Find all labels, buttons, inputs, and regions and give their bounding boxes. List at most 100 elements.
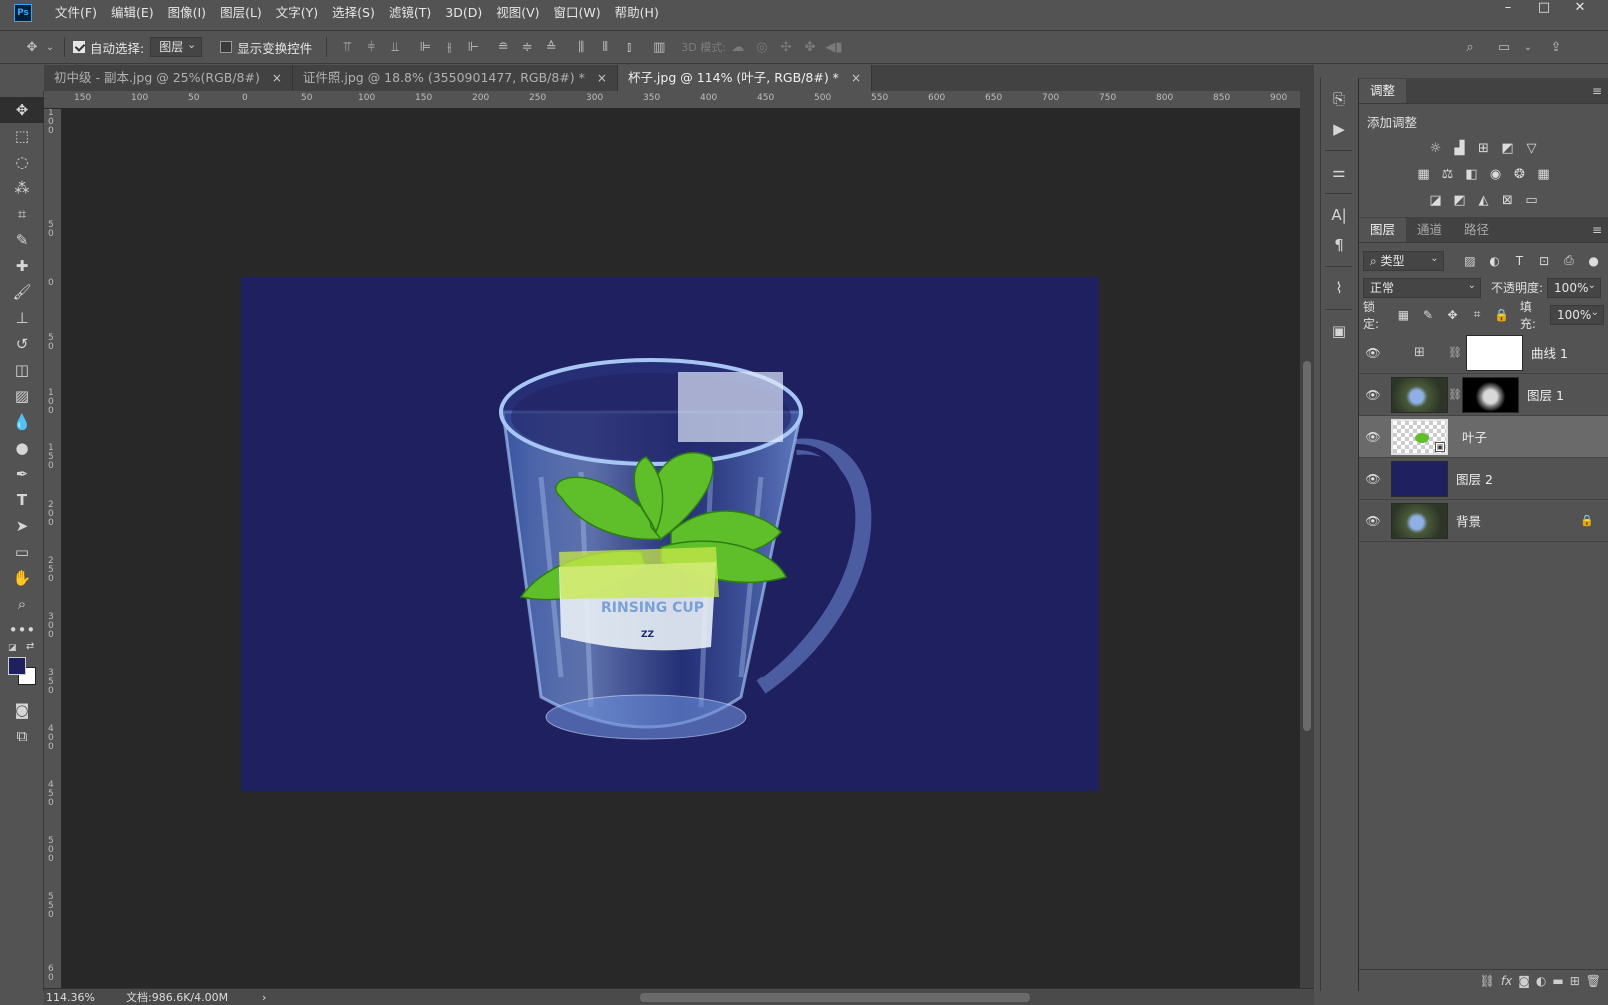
fill-field[interactable]: 100% [1550, 304, 1604, 325]
zoom-tool-icon[interactable]: ⌕ [0, 591, 44, 617]
tool-preset-chevron-icon[interactable]: ⌄ [44, 36, 56, 58]
layer-thumbnail[interactable] [1391, 376, 1448, 413]
panel-menu-icon[interactable]: ≡ [1592, 84, 1602, 98]
marquee-tool-icon[interactable]: ⬚ [0, 123, 44, 149]
3d-slide-icon[interactable]: ✤ [798, 36, 822, 58]
add-mask-icon[interactable]: ◙ [1518, 974, 1530, 988]
align-left-icon[interactable]: ⊫ [413, 36, 437, 58]
crop-tool-icon[interactable]: ⌗ [0, 201, 44, 227]
vertical-scroll-thumb[interactable] [1303, 361, 1311, 731]
horizontal-scroll-thumb[interactable] [640, 993, 1030, 1002]
3d-orbit-icon[interactable]: ☁ [726, 36, 750, 58]
selective-color-icon[interactable]: ⊠ [1498, 191, 1518, 209]
filter-toggle-icon[interactable]: ● [1583, 251, 1604, 271]
gradient-tool-icon[interactable]: ▨ [0, 383, 44, 409]
color-balance-icon[interactable]: ⚖ [1438, 165, 1458, 183]
tab-document-2[interactable]: 证件照.jpg @ 18.8% (3550901477, RGB/8#) * × [293, 65, 618, 91]
distribute-top-icon[interactable]: ≘ [491, 36, 515, 58]
tab-channels[interactable]: 通道 [1406, 218, 1453, 242]
curves-icon[interactable]: ⊞ [1474, 139, 1494, 157]
dodge-tool-icon[interactable]: ● [0, 435, 44, 461]
layer-row[interactable]: 👁 ⊞ ⛓ 曲线 1 [1359, 332, 1608, 374]
character-panel-icon[interactable]: A| [1321, 200, 1357, 230]
layer-row[interactable]: 👁 图层 2 [1359, 458, 1608, 500]
lasso-tool-icon[interactable]: ◌ [0, 149, 44, 175]
layer-name[interactable]: 图层 2 [1456, 469, 1493, 488]
menu-view[interactable]: 视图(V) [489, 0, 546, 26]
link-chain-icon[interactable]: ⛓ [1448, 388, 1462, 401]
align-vcenter-icon[interactable]: ⫩ [359, 36, 383, 58]
filter-type-icon[interactable]: T [1509, 251, 1530, 271]
tab-layers[interactable]: 图层 [1359, 218, 1407, 242]
hand-tool-icon[interactable]: ✋ [0, 565, 44, 591]
tab-document-1[interactable]: 初中级 - 副本.jpg @ 25%(RGB/8#) × [44, 65, 293, 91]
align-top-icon[interactable]: ⫪ [335, 36, 359, 58]
workspace-icon[interactable]: ▭ [1492, 36, 1516, 58]
link-chain-icon[interactable]: ⛓ [1448, 346, 1462, 359]
distribute-right-icon[interactable]: ⫾ [617, 36, 641, 58]
lock-all-icon[interactable]: 🔒 [1491, 305, 1512, 325]
visibility-eye-icon[interactable]: 👁 [1359, 514, 1387, 528]
rectangle-tool-icon[interactable]: ▭ [0, 539, 44, 565]
eraser-tool-icon[interactable]: ◫ [0, 357, 44, 383]
document-canvas[interactable]: RINSING CUP ZZ [241, 277, 1099, 791]
layer-row[interactable]: 👁 ⛓ 图层 1 [1359, 374, 1608, 416]
history-panel-icon[interactable]: ⎘ [1321, 84, 1357, 114]
visibility-eye-icon[interactable]: 👁 [1359, 388, 1387, 402]
layer-thumbnail[interactable] [1391, 460, 1448, 497]
quick-mask-icon[interactable]: ◙ [0, 697, 44, 723]
auto-align-icon[interactable]: ▥ [647, 36, 671, 58]
auto-select-target-dropdown[interactable]: 图层 [150, 36, 203, 57]
channel-mixer-icon[interactable]: ❂ [1510, 165, 1530, 183]
lock-artboard-icon[interactable]: ⌗ [1467, 305, 1488, 325]
pen-tool-icon[interactable]: ✒ [0, 461, 44, 487]
menu-filter[interactable]: 滤镜(T) [382, 0, 438, 26]
close-tab-icon[interactable]: × [597, 65, 607, 91]
tab-adjustments[interactable]: 调整 [1359, 79, 1407, 103]
color-lookup-icon[interactable]: ▦ [1534, 165, 1554, 183]
eyedropper-tool-icon[interactable]: ✎ [0, 227, 44, 253]
filter-adjustment-icon[interactable]: ◐ [1484, 251, 1505, 271]
more-tools-icon[interactable]: ••• [0, 617, 44, 643]
magic-wand-tool-icon[interactable]: ⁂ [0, 175, 44, 201]
filter-smart-object-icon[interactable]: ⎙ [1559, 251, 1580, 271]
align-hcenter-icon[interactable]: ⫲ [437, 36, 461, 58]
brush-settings-icon[interactable]: ⌇ [1321, 273, 1357, 303]
layer-name[interactable]: 图层 1 [1527, 385, 1564, 404]
menu-file[interactable]: 文件(F) [48, 0, 104, 26]
auto-select-option[interactable]: 自动选择: [73, 38, 144, 57]
layer-mask-thumbnail[interactable] [1462, 376, 1519, 413]
brush-tool-icon[interactable]: 🖌 [0, 279, 44, 305]
posterize-icon[interactable]: ◩ [1450, 191, 1470, 209]
status-menu-arrow-icon[interactable]: › [262, 991, 266, 1004]
layer-mask-thumbnail[interactable] [1466, 334, 1523, 371]
levels-icon[interactable]: ▟ [1450, 139, 1470, 157]
panel-menu-icon[interactable]: ≡ [1592, 223, 1602, 237]
menu-image[interactable]: 图像(I) [161, 0, 213, 26]
menu-select[interactable]: 选择(S) [325, 0, 382, 26]
move-tool-icon[interactable]: ✥ [20, 36, 44, 58]
minimize-button[interactable]: – [1490, 0, 1526, 18]
move-tool-icon[interactable]: ✥ [0, 97, 44, 123]
blur-tool-icon[interactable]: 💧 [0, 409, 44, 435]
layer-name[interactable]: 背景 [1456, 511, 1481, 530]
menu-edit[interactable]: 编辑(E) [104, 0, 161, 26]
close-tab-icon[interactable]: × [851, 65, 861, 91]
zoom-level[interactable]: 114.36% [46, 991, 116, 1004]
auto-select-checkbox[interactable] [73, 41, 85, 53]
add-style-icon[interactable]: fx [1501, 974, 1512, 988]
maximize-button[interactable]: □ [1526, 0, 1562, 18]
link-layers-icon[interactable]: ⛓ [1480, 974, 1495, 988]
opacity-field[interactable]: 100% [1547, 277, 1602, 298]
menu-help[interactable]: 帮助(H) [608, 0, 666, 26]
lock-pixels-icon[interactable]: ✎ [1418, 305, 1439, 325]
tab-document-3[interactable]: 杯子.jpg @ 114% (叶子, RGB/8#) * × [617, 65, 872, 91]
threshold-icon[interactable]: ◭ [1474, 191, 1494, 209]
swap-colors-icon[interactable]: ⇄ [26, 641, 34, 652]
tab-paths[interactable]: 路径 [1453, 218, 1500, 242]
share-icon[interactable]: ⇪ [1544, 36, 1568, 58]
close-tab-icon[interactable]: × [272, 65, 282, 91]
delete-layer-icon[interactable]: 🗑 [1586, 974, 1601, 988]
layer-thumbnail[interactable]: ▣ [1391, 418, 1448, 455]
distribute-left-icon[interactable]: ⫼ [569, 36, 593, 58]
